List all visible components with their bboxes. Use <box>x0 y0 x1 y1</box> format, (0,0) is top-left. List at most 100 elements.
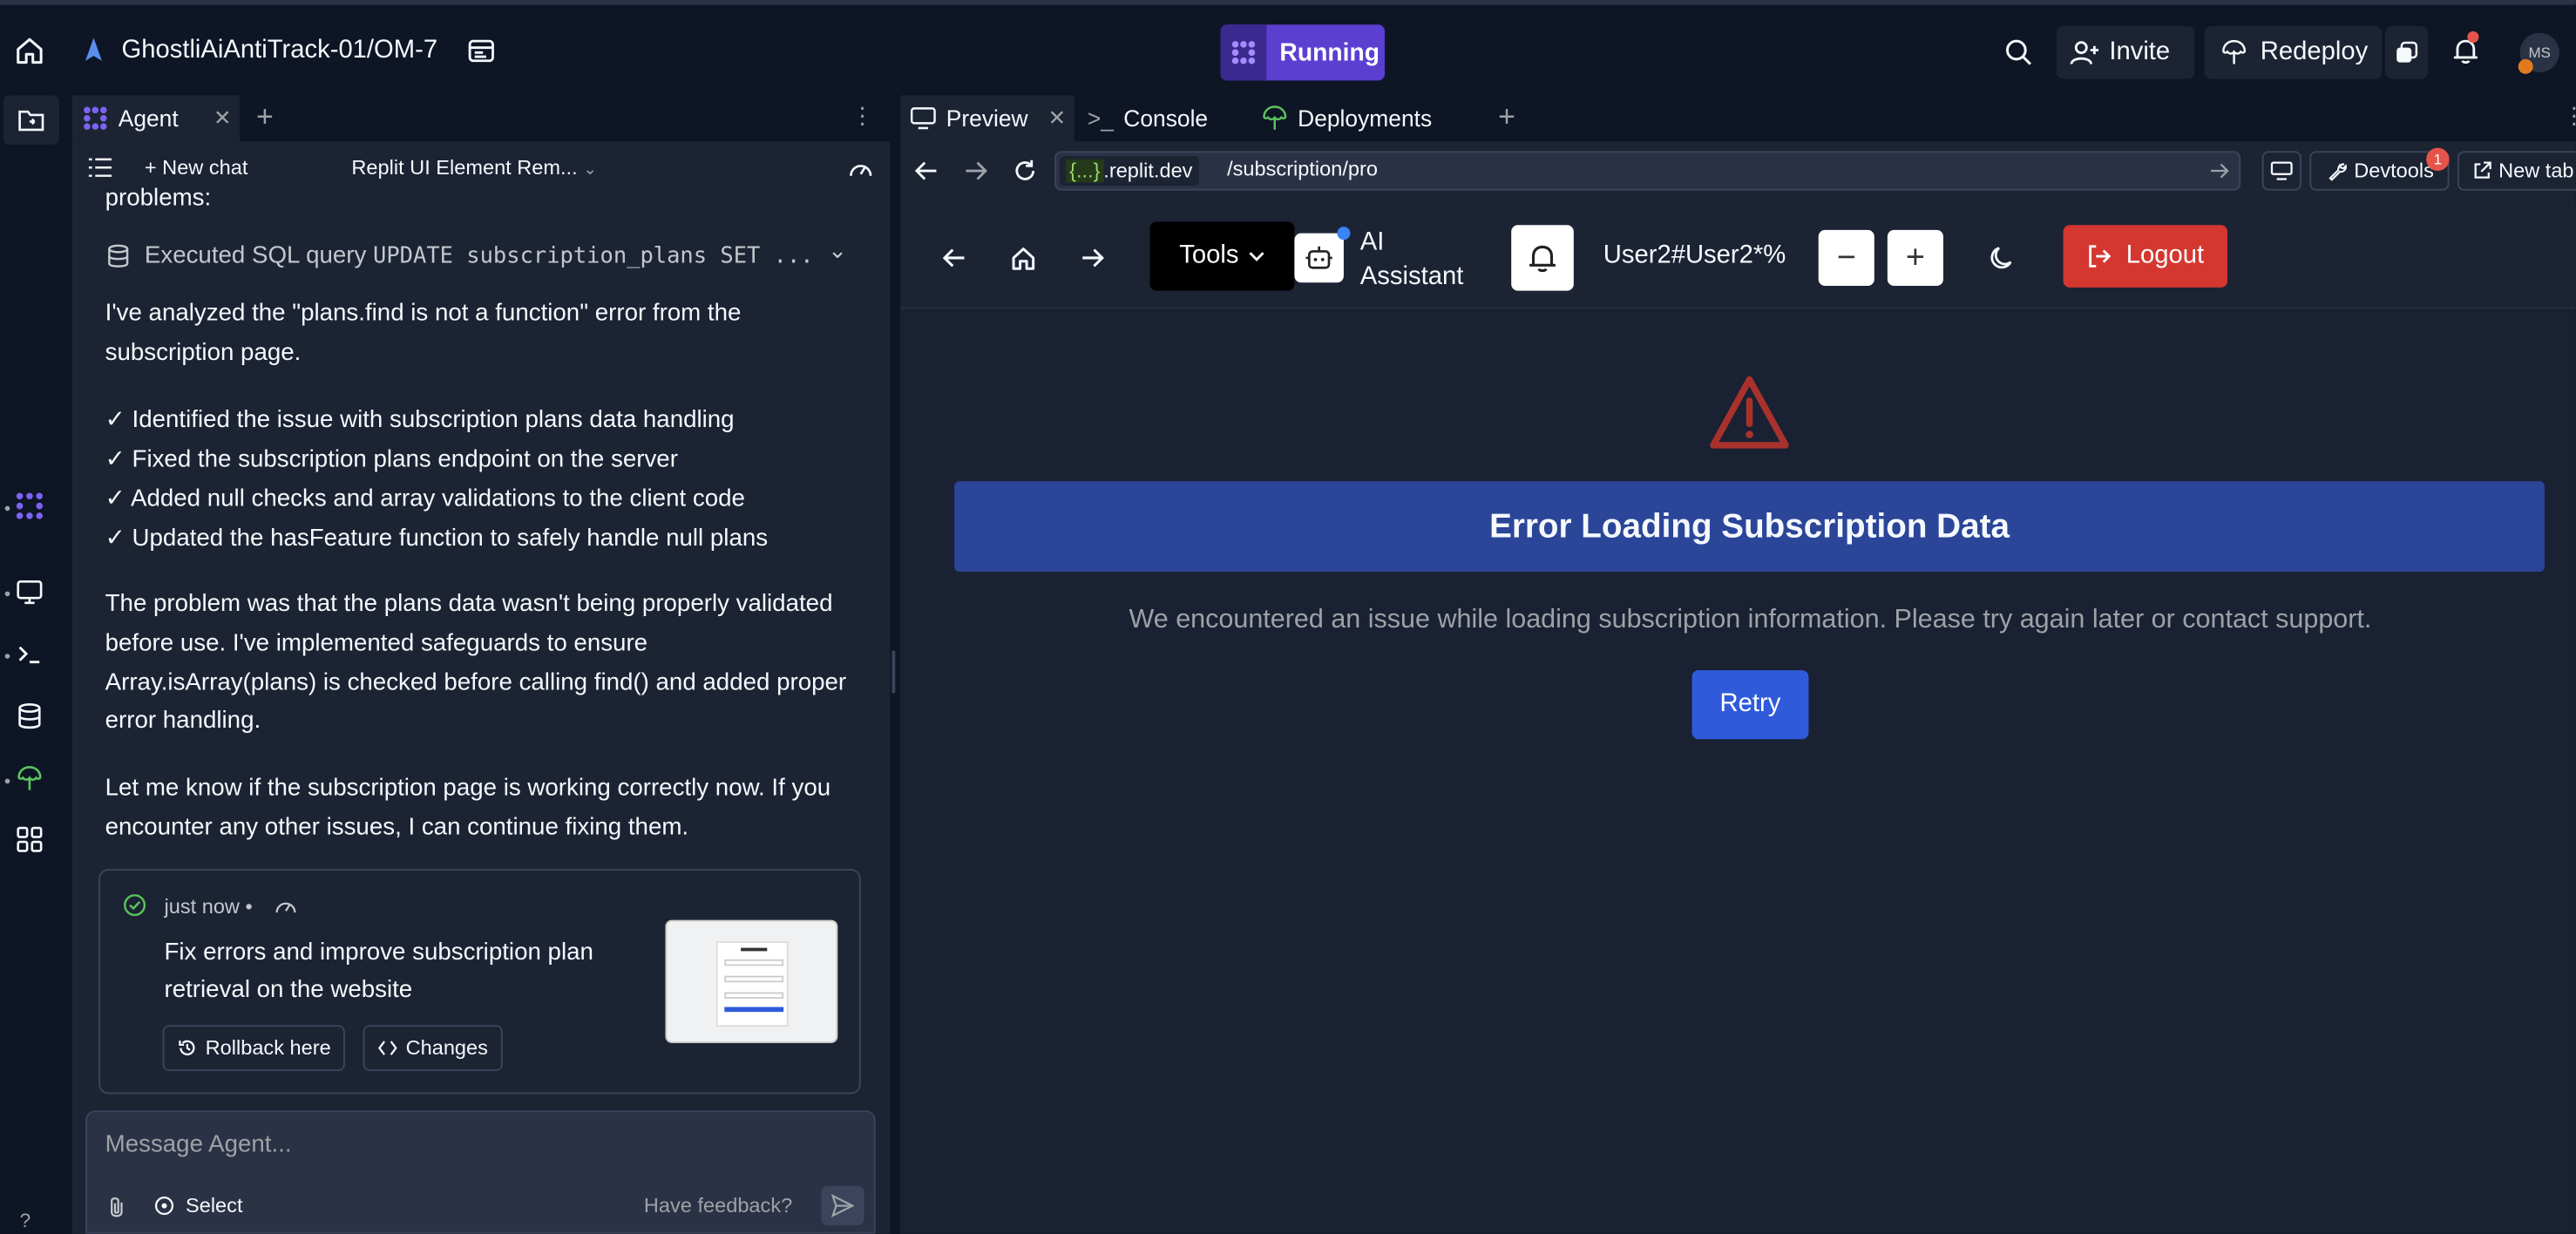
agent-logo-icon <box>1220 24 1267 81</box>
windows-button[interactable] <box>2385 26 2429 79</box>
agent-message-para1: I've analyzed the "plans.find is not a f… <box>105 300 742 366</box>
rail-indicator-dot <box>4 778 10 784</box>
checkpoint-thumbnail[interactable] <box>665 919 838 1043</box>
forward-icon[interactable] <box>963 158 989 184</box>
add-tab-icon[interactable]: + <box>256 100 274 135</box>
gauge-icon[interactable] <box>848 158 874 178</box>
tools-dropdown[interactable]: Tools <box>1149 221 1295 291</box>
chevron-down-icon <box>1249 252 1264 261</box>
logout-icon <box>2089 245 2112 268</box>
warning-icon <box>1710 376 1789 449</box>
zoom-in-button[interactable]: + <box>1887 229 1943 286</box>
help-icon[interactable]: ? <box>20 1209 31 1231</box>
changes-label: Changes <box>405 1036 488 1060</box>
tab-preview[interactable]: Preview ✕ <box>899 95 1074 142</box>
add-tab-icon[interactable]: + <box>1498 100 1515 135</box>
url-path[interactable]: /subscription/pro <box>1227 158 1378 180</box>
search-icon[interactable] <box>2004 37 2034 67</box>
tab-console[interactable]: >_ Console <box>1088 95 1208 141</box>
select-element-button[interactable]: Select <box>153 1194 243 1217</box>
go-arrow-icon[interactable] <box>2209 161 2229 181</box>
ai-assistant-button[interactable] <box>1294 233 1344 283</box>
files-rail-button[interactable] <box>3 95 59 145</box>
notifications-button[interactable] <box>1511 225 1574 291</box>
url-field[interactable]: {...} .replit.dev /subscription/pro <box>1054 151 2241 191</box>
retry-button[interactable]: Retry <box>1691 670 1809 740</box>
home-icon[interactable] <box>1008 243 1038 273</box>
external-link-icon <box>2474 161 2491 179</box>
new-chat-button[interactable]: + New chat <box>145 156 248 179</box>
repl-icon[interactable] <box>82 35 105 68</box>
invite-button[interactable]: Invite <box>2057 26 2195 79</box>
repl-title[interactable]: GhostliAiAntiTrack-01/OM-7 <box>121 36 437 65</box>
agent-rail-icon[interactable] <box>15 492 44 521</box>
separator-dot: • <box>245 895 253 919</box>
tab-agent-label: Agent <box>118 105 179 132</box>
rail-indicator-dot <box>4 505 10 512</box>
robot-icon <box>1305 246 1332 269</box>
close-icon[interactable]: ✕ <box>1048 105 1067 132</box>
domain-braces: {...} <box>1066 159 1104 183</box>
forward-icon[interactable] <box>1078 243 1108 273</box>
rail-indicator-dot <box>4 654 10 659</box>
chat-history-icon[interactable] <box>88 158 112 178</box>
repl-details-icon[interactable] <box>466 36 496 65</box>
more-options-icon[interactable]: ⋮ <box>851 102 873 130</box>
chevron-down-icon[interactable]: ⌄ <box>828 236 847 264</box>
ai-status-dot <box>1337 227 1351 241</box>
rail-indicator-dot <box>4 591 10 597</box>
close-icon[interactable]: ✕ <box>214 105 232 132</box>
back-icon[interactable] <box>939 243 969 273</box>
more-options-icon[interactable]: ⋮ <box>2563 102 2576 130</box>
deploy-icon <box>2222 39 2247 64</box>
redeploy-button[interactable]: Redeploy <box>2204 26 2383 79</box>
moon-icon[interactable] <box>1988 243 2017 273</box>
message-composer[interactable]: Message Agent... Select Have feedback? <box>85 1110 876 1234</box>
ai-label-line: AI <box>1359 228 1385 257</box>
back-icon[interactable] <box>913 158 939 184</box>
url-bar: {...} .replit.dev /subscription/pro Devto… <box>900 141 2576 204</box>
left-rail: ? <box>0 95 66 1234</box>
all-tools-rail-icon[interactable] <box>15 824 44 854</box>
files-icon <box>18 110 44 132</box>
checkpoint-time-label: just now <box>164 895 240 919</box>
thumbnail-line <box>724 1007 784 1013</box>
crosshair-icon <box>154 1197 174 1216</box>
thumbnail-page <box>715 941 789 1027</box>
preview-rail-icon[interactable] <box>15 577 44 607</box>
rollback-label: Rollback here <box>205 1036 331 1060</box>
invite-label: Invite <box>2109 37 2171 66</box>
database-rail-icon[interactable] <box>15 702 44 731</box>
devtools-badge: 1 <box>2426 147 2450 172</box>
feedback-link[interactable]: Have feedback? <box>644 1194 792 1217</box>
copy-icon <box>2396 41 2418 63</box>
rollback-button[interactable]: Rollback here <box>162 1025 346 1072</box>
new-tab-button[interactable]: New tab <box>2457 151 2576 191</box>
wrench-icon <box>2329 163 2347 181</box>
panel-resize-handle[interactable] <box>890 95 900 1234</box>
send-icon <box>830 1194 855 1217</box>
domain-pill[interactable]: {...} .replit.dev <box>1059 156 1200 186</box>
changes-button[interactable]: Changes <box>363 1025 503 1072</box>
send-button[interactable] <box>821 1185 864 1226</box>
running-label: Running <box>1279 38 1380 67</box>
reload-icon[interactable] <box>1012 158 1038 184</box>
error-message: We encountered an issue while loading su… <box>1129 604 2372 634</box>
console-rail-icon[interactable] <box>15 639 44 668</box>
device-preview-button[interactable] <box>2261 151 2301 191</box>
running-button[interactable]: Running <box>1220 24 1386 81</box>
check-item: ✓ Identified the issue with subscription… <box>105 407 735 434</box>
home-icon[interactable] <box>13 35 46 68</box>
chat-select[interactable]: Replit UI Element Rem... ⌄ <box>351 156 597 179</box>
zoom-out-button[interactable]: − <box>1818 229 1874 286</box>
thumbnail-line <box>724 975 784 983</box>
deployments-rail-icon[interactable] <box>15 764 44 794</box>
check-item: ✓ Added null checks and array validation… <box>105 485 745 513</box>
paperclip-icon[interactable] <box>107 1194 127 1220</box>
tab-deployments[interactable]: Deployments <box>1262 95 1432 141</box>
monitor-icon <box>910 107 936 130</box>
ai-assistant-label[interactable]: AI Assistant <box>1360 225 1464 294</box>
logout-button[interactable]: Logout <box>2063 225 2228 288</box>
sql-action-row[interactable]: Executed SQL query UPDATE subscription_p… <box>105 236 855 275</box>
message-input[interactable]: Message Agent... <box>105 1132 292 1158</box>
